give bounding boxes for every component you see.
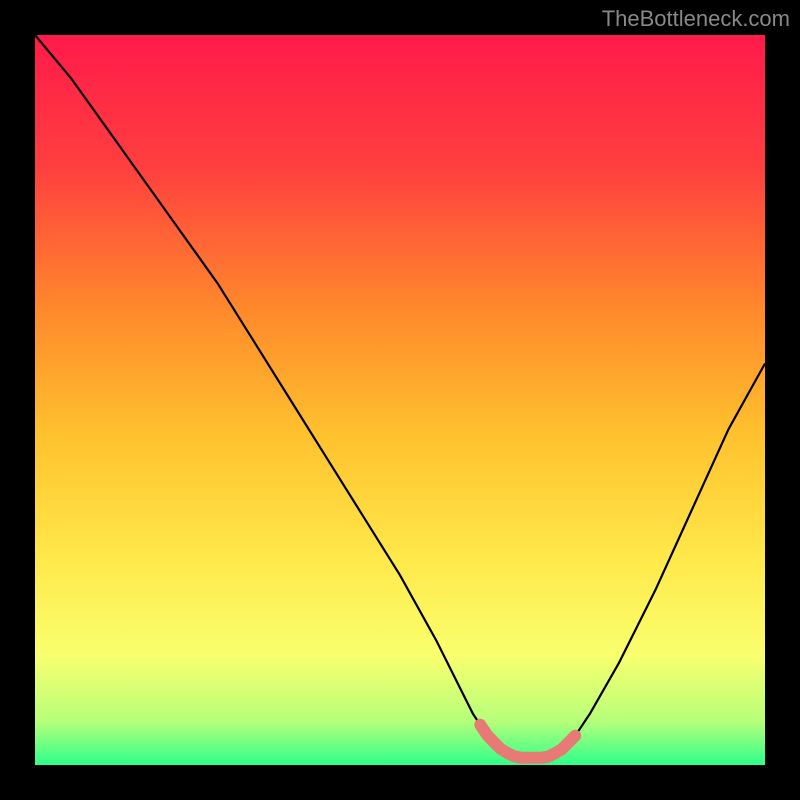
chart-plot-area: [35, 35, 765, 765]
bottleneck-chart: [0, 0, 800, 800]
watermark-text: TheBottleneck.com: [602, 6, 790, 32]
